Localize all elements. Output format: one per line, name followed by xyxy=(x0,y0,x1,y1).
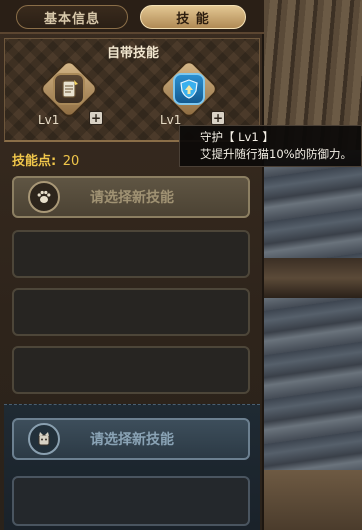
innate-skill-1[interactable] xyxy=(37,57,101,121)
background-scenery xyxy=(264,0,362,530)
wooden-floor xyxy=(264,470,362,530)
wooden-beam xyxy=(264,258,362,298)
add-skill-1-icon[interactable]: + xyxy=(89,111,103,125)
cat-helmet-icon xyxy=(28,423,60,455)
skill-points-label: 技能点: xyxy=(12,154,57,169)
innate-skill-1-level: Lv1 xyxy=(38,113,60,127)
innate-skill-2[interactable] xyxy=(157,57,221,121)
skill-points-value: 20 xyxy=(62,154,80,169)
empty-skill-slot-4[interactable] xyxy=(12,476,250,526)
innate-skills-title: 自带技能 xyxy=(106,46,159,61)
skill-tooltip: 守护【 Lv1 】 艾提升随行猫10%的防御力。 xyxy=(179,125,362,167)
select-new-skill-label-1: 请选择新技能 xyxy=(90,190,174,206)
empty-skill-slot-1[interactable] xyxy=(12,230,250,278)
empty-skill-slot-2[interactable] xyxy=(12,288,250,336)
tab-basic-info-label: 基本信息 xyxy=(43,11,100,27)
tab-skills-label: 技 能 xyxy=(176,11,210,27)
empty-skill-slot-3[interactable] xyxy=(12,346,250,394)
select-new-skill-button-1[interactable]: 请选择新技能 xyxy=(12,176,250,218)
skill-panel: 基本信息 技 能 自带技能 Lv1 + Lv1 + 技能点: 20 请选择新技能… xyxy=(0,0,264,530)
skill-points: 技能点: 20 xyxy=(12,150,79,169)
select-new-skill-label-2: 请选择新技能 xyxy=(90,432,174,448)
tab-basic-info[interactable]: 基本信息 xyxy=(16,5,128,29)
shield-arrow-icon xyxy=(173,73,205,105)
add-skill-2-icon[interactable]: + xyxy=(211,111,225,125)
tab-bar: 基本信息 技 能 xyxy=(0,0,264,34)
select-new-skill-button-2[interactable]: 请选择新技能 xyxy=(12,418,250,460)
tooltip-skill-name: 守护【 Lv1 】 xyxy=(200,130,274,144)
scroll-feather-icon xyxy=(53,73,85,105)
paw-icon xyxy=(28,181,60,213)
tab-skills[interactable]: 技 能 xyxy=(140,5,246,29)
tooltip-skill-description: 艾提升随行猫10%的防御力。 xyxy=(200,147,353,161)
